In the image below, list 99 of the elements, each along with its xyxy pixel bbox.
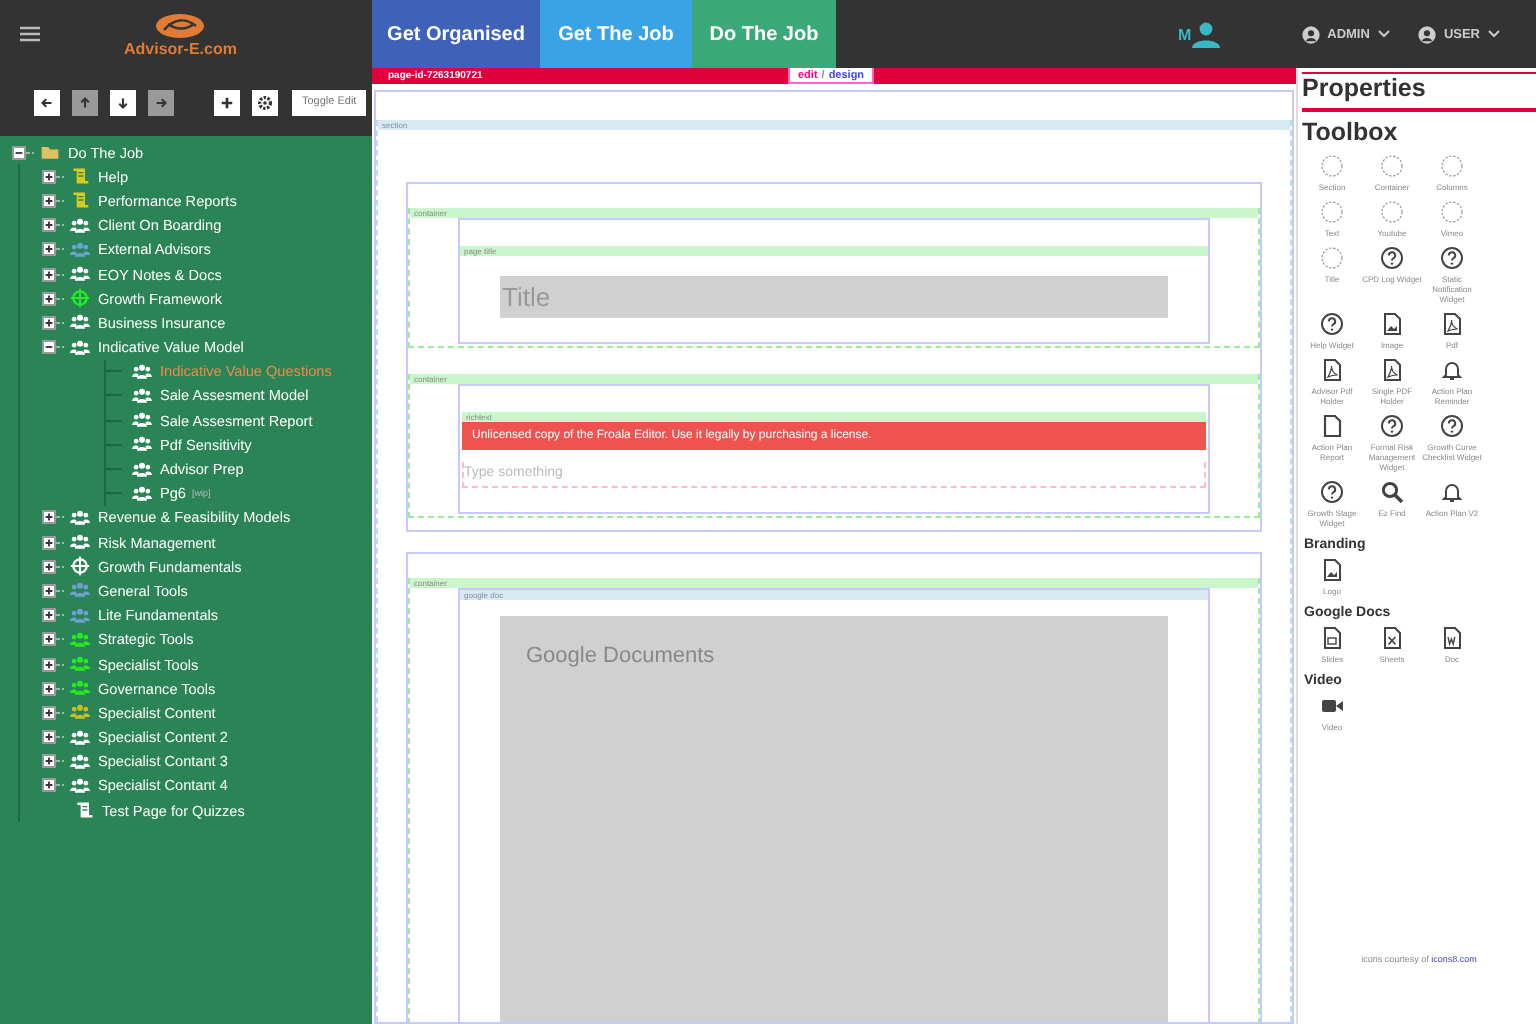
people-icon <box>132 410 152 431</box>
expand-toggle[interactable] <box>42 657 56 672</box>
question-icon <box>1380 414 1404 438</box>
dashed-circle-icon <box>1320 200 1344 224</box>
question-icon <box>1380 246 1404 270</box>
people-icon <box>70 507 90 528</box>
arrow-left-icon <box>38 93 56 111</box>
scroll-icon <box>70 166 90 187</box>
dashed-circle-icon <box>1320 246 1344 270</box>
people-icon <box>70 727 90 748</box>
expand-toggle[interactable] <box>42 291 56 306</box>
pdf-file-icon <box>1380 358 1404 382</box>
people-icon <box>70 215 90 236</box>
dashed-circle-icon <box>1320 154 1344 178</box>
add-button[interactable] <box>214 89 240 115</box>
people-icon <box>132 361 152 382</box>
doc-file-icon <box>1440 626 1464 650</box>
dashed-circle-icon <box>1380 154 1404 178</box>
expand-toggle[interactable] <box>42 169 56 184</box>
avatar-letter: M <box>1177 25 1192 43</box>
logo-text: Advisor-E.com <box>124 39 237 57</box>
arrow-down-icon <box>114 93 132 111</box>
people-icon <box>70 312 90 333</box>
expand-toggle[interactable] <box>42 315 56 330</box>
settings-icon <box>256 93 274 111</box>
expand-toggle[interactable] <box>42 242 56 257</box>
bell-icon <box>1440 480 1464 504</box>
expand-toggle[interactable] <box>42 608 56 623</box>
arrow-up-icon <box>76 93 94 111</box>
pdf-file-icon <box>1440 312 1464 336</box>
people-icon <box>70 239 90 260</box>
expand-toggle[interactable] <box>42 535 56 550</box>
nav-tab[interactable]: Do The Job <box>692 0 836 68</box>
expand-toggle[interactable] <box>42 754 56 769</box>
people-icon <box>70 654 90 675</box>
expand-toggle[interactable] <box>42 218 56 233</box>
sheets-file-icon <box>1380 626 1404 650</box>
pdf-file-icon <box>1320 358 1344 382</box>
people-icon <box>70 337 90 358</box>
caret-icon <box>1377 30 1390 38</box>
image-file-icon <box>1320 558 1344 582</box>
arrow-right-icon <box>152 93 170 111</box>
expand-toggle[interactable] <box>42 583 56 598</box>
people-icon <box>132 459 152 480</box>
settings-button[interactable] <box>252 89 278 115</box>
file-icon <box>1320 414 1344 438</box>
question-icon <box>1440 246 1464 270</box>
expand-toggle[interactable] <box>42 559 56 574</box>
expand-toggle[interactable] <box>12 145 26 160</box>
user-circle-icon <box>1301 25 1320 43</box>
caret-icon <box>1488 30 1500 38</box>
expand-toggle[interactable] <box>42 681 56 696</box>
people-icon <box>70 775 90 796</box>
expand-toggle[interactable] <box>42 632 56 647</box>
people-icon <box>70 702 90 723</box>
question-icon <box>1320 480 1344 504</box>
person-icon[interactable] <box>1191 21 1220 47</box>
people-icon <box>132 385 152 406</box>
expand-toggle[interactable] <box>42 340 56 355</box>
people-icon <box>70 532 90 553</box>
scroll-icon <box>74 800 94 821</box>
people-icon <box>132 483 152 504</box>
people-icon <box>132 434 152 455</box>
dashed-circle-icon <box>1440 200 1464 224</box>
people-icon <box>70 678 90 699</box>
folder-icon <box>40 142 60 163</box>
people-icon <box>70 629 90 650</box>
people-icon <box>70 580 90 601</box>
menu-icon[interactable] <box>20 26 40 42</box>
plus-icon <box>218 93 236 111</box>
target-icon <box>70 556 90 577</box>
video-camera-icon <box>1320 694 1344 718</box>
expand-toggle[interactable] <box>42 510 56 525</box>
panel-title: Properties <box>1302 72 1536 112</box>
expand-toggle[interactable] <box>42 778 56 793</box>
search-icon <box>1380 480 1404 504</box>
bell-icon <box>1440 358 1464 382</box>
people-icon <box>70 264 90 285</box>
expand-toggle[interactable] <box>42 267 56 282</box>
nav-tab[interactable]: Get Organised <box>372 0 540 68</box>
slides-file-icon <box>1320 626 1344 650</box>
user-circle-icon <box>1417 25 1436 43</box>
target-icon <box>70 288 90 309</box>
question-icon <box>1440 414 1464 438</box>
image-file-icon <box>1380 312 1404 336</box>
dashed-circle-icon <box>1440 154 1464 178</box>
people-icon <box>70 605 90 626</box>
move-button[interactable] <box>110 89 136 115</box>
nav-tab[interactable]: Get The Job <box>540 0 692 68</box>
expand-toggle[interactable] <box>42 705 56 720</box>
expand-toggle[interactable] <box>42 730 56 745</box>
expand-toggle[interactable] <box>42 193 56 208</box>
move-button[interactable] <box>34 89 60 115</box>
logo-icon <box>154 11 207 39</box>
dashed-circle-icon <box>1380 200 1404 224</box>
question-icon <box>1320 312 1344 336</box>
panel-title: Toolbox <box>1302 118 1400 146</box>
people-icon <box>70 751 90 772</box>
scroll-icon <box>70 190 90 211</box>
